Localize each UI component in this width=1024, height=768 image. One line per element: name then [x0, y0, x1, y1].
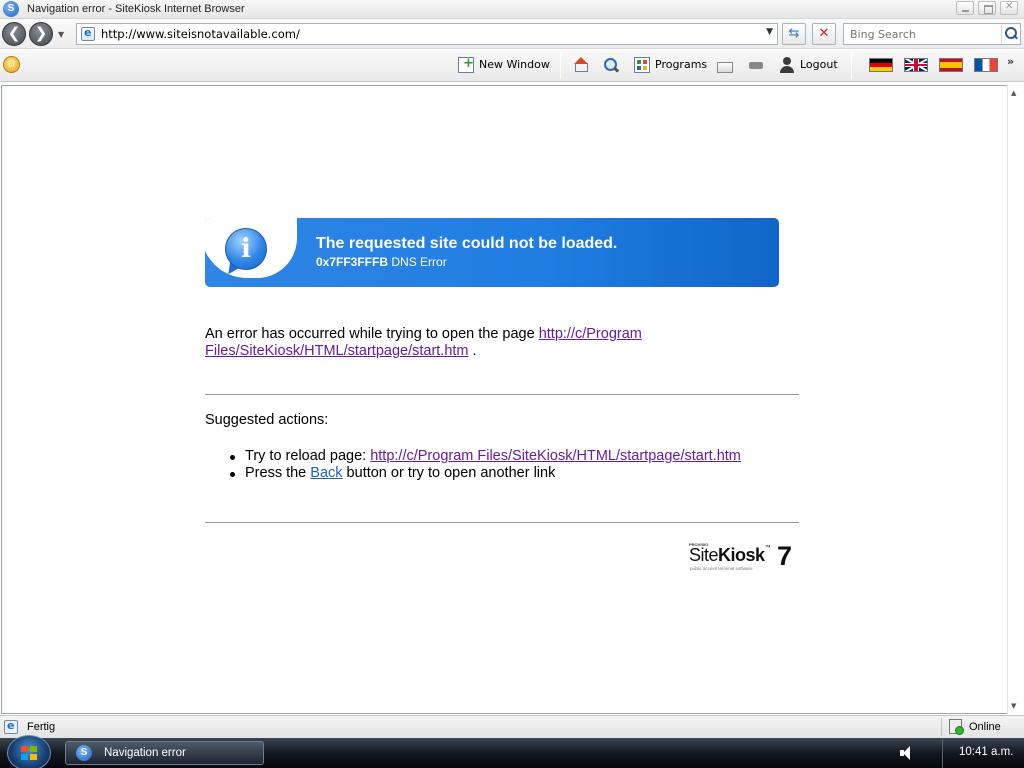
maximize-button[interactable]	[978, 1, 996, 15]
page-status-icon	[4, 719, 18, 734]
logo-tagline: public access terminal software	[690, 566, 753, 571]
back-button[interactable]: ❮	[2, 22, 26, 46]
toolbar-overflow-icon[interactable]: »	[1007, 55, 1014, 68]
sitekiosk-app-icon: S	[3, 1, 19, 17]
title-bar: S Navigation error - SiteKiosk Internet …	[0, 0, 1024, 19]
scroll-up-icon[interactable]: ▲	[1011, 89, 1016, 97]
start-button[interactable]	[7, 735, 51, 768]
new-window-label: New Window	[479, 58, 550, 71]
error-message-prefix: An error has occurred while trying to op…	[205, 326, 539, 342]
search-input[interactable]	[850, 27, 998, 42]
status-bar: Fertig Online	[0, 715, 1024, 738]
logo-version: 7	[777, 541, 793, 571]
vertical-scrollbar[interactable]: ▲ ▼	[1007, 85, 1023, 714]
back-suffix: button or try to open another link	[342, 465, 556, 481]
address-input[interactable]	[101, 26, 741, 42]
list-item-back: Press the Back button or try to open ano…	[228, 465, 741, 482]
browser-content	[1, 85, 1022, 714]
history-dropdown-icon[interactable]: ▼	[58, 30, 64, 39]
info-icon: i	[225, 228, 267, 270]
home-button[interactable]	[573, 56, 594, 76]
new-window-button[interactable]: New Window	[458, 55, 550, 76]
search-button[interactable]	[603, 56, 624, 76]
suggested-actions-list: Try to reload page: http://c/Program Fil…	[228, 448, 741, 482]
magnifier-icon	[603, 57, 619, 73]
clock[interactable]: 10:41 a.m.	[959, 746, 1013, 758]
error-banner: i The requested site could not be loaded…	[205, 218, 779, 287]
error-type: DNS Error	[391, 255, 447, 269]
divider-line	[205, 394, 799, 395]
new-window-icon	[458, 55, 474, 73]
taskbar-item-navigation-error[interactable]: S Navigation error	[65, 741, 264, 765]
windows-logo-icon	[21, 746, 38, 761]
toolbar-divider	[851, 53, 852, 79]
english-flag-icon[interactable]	[904, 58, 928, 72]
status-text: Fertig	[27, 721, 56, 733]
scroll-down-icon[interactable]: ▼	[1011, 702, 1016, 710]
print-button[interactable]	[748, 56, 769, 76]
spanish-flag-icon[interactable]	[939, 58, 963, 72]
toolbar-divider	[560, 53, 561, 79]
sitekiosk-task-icon: S	[76, 745, 92, 761]
minimize-button[interactable]	[956, 1, 974, 15]
address-bar[interactable]: ▼	[76, 23, 778, 45]
zone-text: Online	[969, 721, 1001, 733]
german-flag-icon[interactable]	[869, 58, 893, 72]
stop-button[interactable]: ✕	[812, 23, 836, 45]
toolbar: ✩ New Window Programs Logout »	[0, 50, 1024, 82]
divider-line	[205, 522, 799, 523]
keyboard-button[interactable]	[717, 56, 738, 76]
suggested-actions-title: Suggested actions:	[205, 412, 329, 428]
logout-button[interactable]: Logout	[779, 56, 838, 76]
error-subtitle: 0x7FF3FFFB DNS Error	[316, 255, 447, 269]
back-prefix: Press the	[245, 465, 311, 481]
page-icon	[81, 26, 95, 41]
sitekiosk-logo: PROVISIO SiteKiosk™ public access termin…	[689, 540, 799, 574]
window-title: Navigation error - SiteKiosk Internet Br…	[27, 3, 245, 15]
error-message: An error has occurred while trying to op…	[205, 326, 705, 360]
user-icon	[779, 57, 795, 73]
list-item-reload: Try to reload page: http://c/Program Fil…	[228, 448, 741, 465]
search-box[interactable]	[843, 23, 1021, 45]
taskbar-item-label: Navigation error	[104, 747, 186, 759]
tray-divider	[942, 738, 943, 768]
error-heading: The requested site could not be loaded.	[316, 235, 618, 252]
logout-label: Logout	[800, 58, 838, 71]
reload-prefix: Try to reload page:	[245, 448, 371, 464]
programs-icon	[634, 57, 650, 73]
address-dropdown-icon[interactable]: ▼	[766, 27, 773, 37]
programs-button[interactable]: Programs	[634, 56, 707, 76]
logo-name: SiteKiosk™	[689, 545, 771, 565]
reload-page-link[interactable]: http://c/Program Files/SiteKiosk/HTML/st…	[370, 448, 741, 464]
home-icon	[573, 57, 589, 73]
favorites-star-icon[interactable]: ✩	[3, 56, 20, 73]
error-code: 0x7FF3FFFB	[316, 255, 389, 269]
forward-button[interactable]: ❯	[29, 22, 53, 46]
printer-icon	[748, 57, 764, 73]
refresh-button[interactable]: ⇆	[782, 23, 806, 45]
search-icon[interactable]	[1001, 25, 1019, 43]
french-flag-icon[interactable]	[974, 58, 998, 72]
keyboard-icon	[717, 61, 733, 73]
programs-label: Programs	[655, 58, 708, 71]
volume-icon[interactable]	[900, 746, 912, 760]
close-window-button[interactable]	[1000, 1, 1018, 15]
online-zone-icon	[949, 719, 964, 735]
error-message-suffix: .	[468, 343, 477, 359]
navigation-bar: ❮ ❯ ▼ ▼ ⇆ ✕	[0, 19, 1024, 49]
back-link[interactable]: Back	[310, 465, 342, 481]
status-divider	[941, 718, 942, 736]
taskbar: S Navigation error 10:41 a.m.	[0, 735, 1024, 768]
